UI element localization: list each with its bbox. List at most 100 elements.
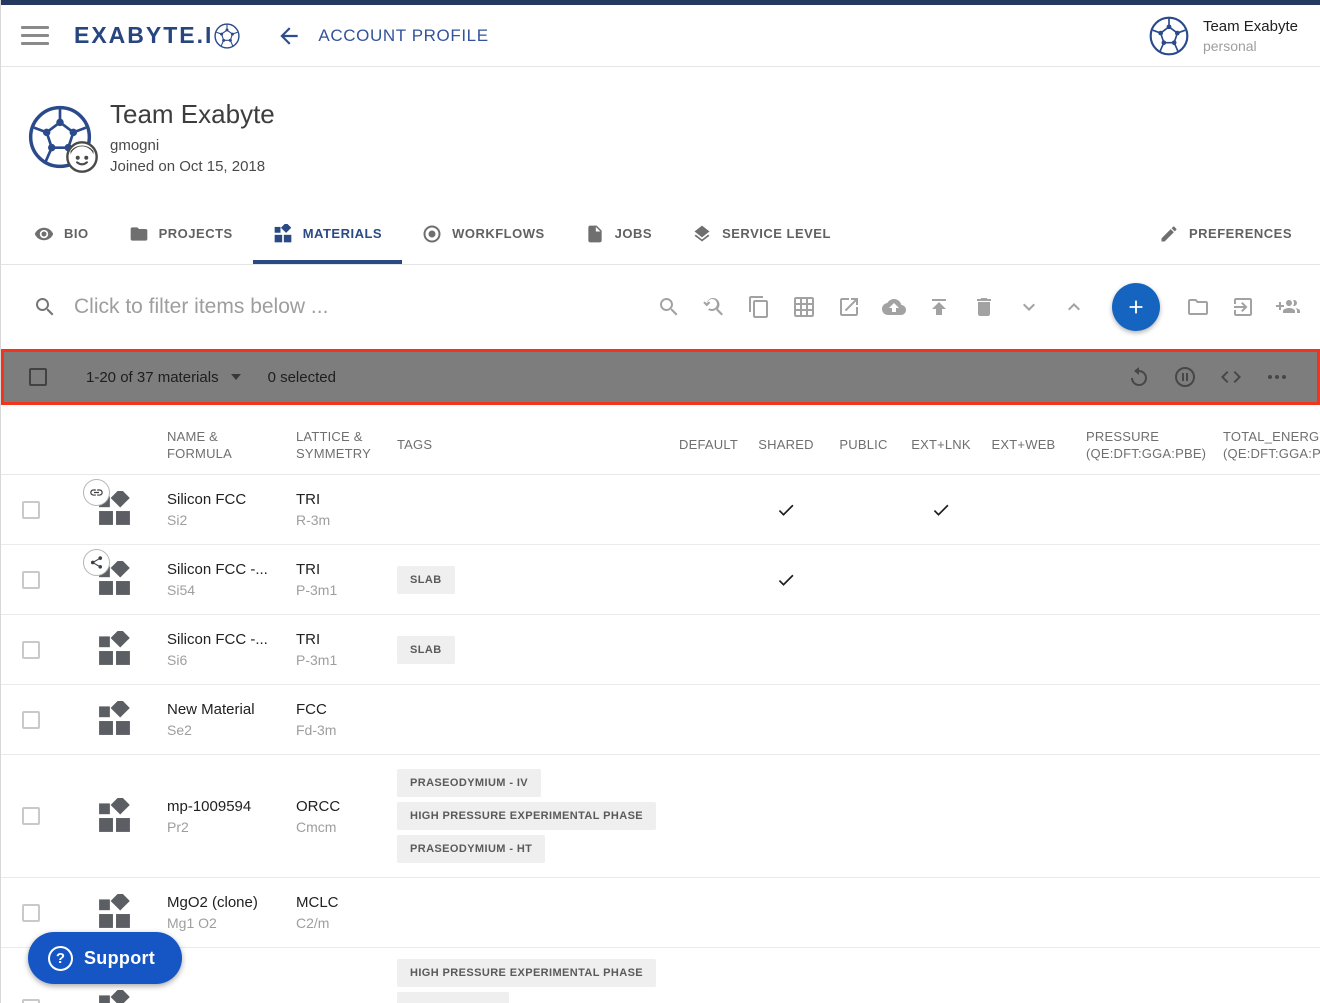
table-row[interactable]: Silicon FCCSi2TRIR-3m bbox=[1, 475, 1320, 545]
copy-icon[interactable] bbox=[747, 295, 771, 319]
ext-web-flag-cell bbox=[981, 545, 1066, 614]
upload-icon[interactable] bbox=[927, 295, 951, 319]
tab-materials[interactable]: MATERIALS bbox=[253, 207, 402, 264]
tag-chip: HIGH PRESSURE EXPERIMENTAL PHASE bbox=[397, 959, 656, 987]
more-icon[interactable] bbox=[1265, 365, 1289, 389]
lattice-type: TRI bbox=[296, 631, 320, 648]
chevron-up-icon[interactable] bbox=[1062, 295, 1086, 319]
account-menu[interactable]: Team Exabyte personal bbox=[1149, 16, 1298, 56]
material-icon-wrap bbox=[96, 798, 133, 835]
check-icon bbox=[776, 500, 796, 520]
record-circle-icon bbox=[422, 224, 442, 244]
lattice-symmetry-cell: TRIR-3m bbox=[286, 475, 386, 544]
symmetry-group: R-3m bbox=[296, 512, 330, 528]
row-icon-cell bbox=[61, 685, 151, 754]
back-arrow-icon[interactable] bbox=[276, 23, 302, 49]
table-row[interactable]: New MaterialSe2FCCFd-3m bbox=[1, 685, 1320, 755]
pause-circle-icon[interactable] bbox=[1173, 365, 1197, 389]
chevron-down-icon[interactable] bbox=[1017, 295, 1041, 319]
menu-icon[interactable] bbox=[21, 26, 49, 45]
group-add-icon[interactable] bbox=[1276, 295, 1300, 319]
ext-web-flag-cell bbox=[981, 878, 1066, 947]
add-material-fab[interactable] bbox=[1112, 283, 1160, 331]
row-checkbox[interactable] bbox=[22, 501, 40, 519]
pressure-cell bbox=[1066, 685, 1211, 754]
material-icon-wrap bbox=[96, 631, 133, 668]
search-again-icon[interactable] bbox=[702, 295, 726, 319]
selection-bar-actions bbox=[1127, 365, 1289, 389]
column-sublabel: (QE:DFT:GGA:PBE) bbox=[1223, 445, 1320, 462]
tab-label: PREFERENCES bbox=[1189, 226, 1292, 241]
material-icon-wrap bbox=[96, 701, 133, 738]
material-formula: Pr2 bbox=[167, 819, 189, 835]
header-spacer bbox=[61, 415, 151, 474]
tab-preferences[interactable]: PREFERENCES bbox=[1139, 207, 1312, 264]
account-name: Team Exabyte bbox=[1203, 18, 1298, 35]
table-row[interactable]: MgO2 (clone)Mg1 O2MCLCC2/m bbox=[1, 878, 1320, 948]
tab-projects[interactable]: PROJECTS bbox=[109, 207, 253, 264]
default-flag-cell bbox=[671, 948, 746, 1003]
total-energy-cell bbox=[1211, 948, 1320, 1003]
pagination-dropdown[interactable]: 1-20 of 37 materials bbox=[86, 369, 241, 386]
table-row[interactable]: mp-1009594Pr2ORCCCmcmPRASEODYMIUM - IVHI… bbox=[1, 755, 1320, 878]
table-row[interactable]: Silicon FCC -...Si6TRIP-3m1SLAB bbox=[1, 615, 1320, 685]
column-label: PUBLIC bbox=[839, 436, 887, 453]
public-flag-cell bbox=[826, 615, 901, 684]
public-flag-cell bbox=[826, 685, 901, 754]
lattice-type: MCLC bbox=[296, 894, 339, 911]
row-checkbox[interactable] bbox=[22, 641, 40, 659]
lattice-symmetry-cell: TRIP-3m1 bbox=[286, 545, 386, 614]
folder-icon[interactable] bbox=[1186, 295, 1210, 319]
tab-workflows[interactable]: WORKFLOWS bbox=[402, 207, 565, 264]
material-formula: Mg1 O2 bbox=[167, 915, 217, 931]
tab-label: JOBS bbox=[615, 226, 652, 241]
cloud-upload-icon[interactable] bbox=[882, 295, 906, 319]
ext-lnk-flag-cell bbox=[901, 545, 981, 614]
profile-username: gmogni bbox=[110, 137, 275, 154]
page-title: ACCOUNT PROFILE bbox=[318, 26, 488, 46]
column-header: LATTICE & SYMMETRY bbox=[286, 415, 386, 474]
restore-icon[interactable] bbox=[1127, 365, 1151, 389]
tab-label: MATERIALS bbox=[303, 226, 382, 241]
grid-icon[interactable] bbox=[792, 295, 816, 319]
lattice-symmetry-cell: ORCCCmcm bbox=[286, 755, 386, 877]
pressure-cell bbox=[1066, 878, 1211, 947]
profile-joined-date: Joined on Oct 15, 2018 bbox=[110, 158, 275, 175]
delete-icon[interactable] bbox=[972, 295, 996, 319]
table-row[interactable]: HIGH PRESSURE EXPERIMENTAL PHASE bbox=[1, 948, 1320, 1003]
row-checkbox[interactable] bbox=[22, 807, 40, 825]
row-checkbox-cell bbox=[1, 475, 61, 544]
material-icon bbox=[96, 894, 133, 931]
tab-service-level[interactable]: SERVICE LEVEL bbox=[672, 207, 851, 264]
shared-flag-cell bbox=[746, 685, 826, 754]
tab-label: WORKFLOWS bbox=[452, 226, 545, 241]
search-icon[interactable] bbox=[657, 295, 681, 319]
shared-flag-cell bbox=[746, 878, 826, 947]
name-formula-cell: Silicon FCC -...Si54 bbox=[151, 545, 286, 614]
shared-flag-cell bbox=[746, 615, 826, 684]
filter-input[interactable] bbox=[74, 295, 594, 319]
pressure-cell bbox=[1066, 615, 1211, 684]
open-in-new-icon[interactable] bbox=[837, 295, 861, 319]
column-header: EXT+WEB bbox=[981, 415, 1066, 474]
column-header: PUBLIC bbox=[826, 415, 901, 474]
material-icon-wrap bbox=[96, 990, 133, 1003]
profile-avatar bbox=[28, 105, 92, 169]
exit-to-app-icon[interactable] bbox=[1231, 295, 1255, 319]
ext-lnk-flag-cell bbox=[901, 878, 981, 947]
tab-label: SERVICE LEVEL bbox=[722, 226, 831, 241]
ext-lnk-flag-cell bbox=[901, 755, 981, 877]
tab-jobs[interactable]: JOBS bbox=[565, 207, 672, 264]
row-checkbox[interactable] bbox=[22, 711, 40, 729]
logo[interactable]: EXABYTE.I bbox=[74, 22, 240, 49]
row-checkbox[interactable] bbox=[22, 904, 40, 922]
support-button[interactable]: ? Support bbox=[28, 932, 182, 984]
tab-bio[interactable]: BIO bbox=[14, 207, 109, 264]
code-icon[interactable] bbox=[1219, 365, 1243, 389]
tags-cell: SLAB bbox=[386, 545, 671, 614]
row-checkbox[interactable] bbox=[22, 571, 40, 589]
filter-toolbar bbox=[1, 265, 1320, 349]
table-row[interactable]: Silicon FCC -...Si54TRIP-3m1SLAB bbox=[1, 545, 1320, 615]
row-checkbox[interactable] bbox=[22, 999, 40, 1003]
select-all-checkbox[interactable] bbox=[29, 368, 47, 386]
